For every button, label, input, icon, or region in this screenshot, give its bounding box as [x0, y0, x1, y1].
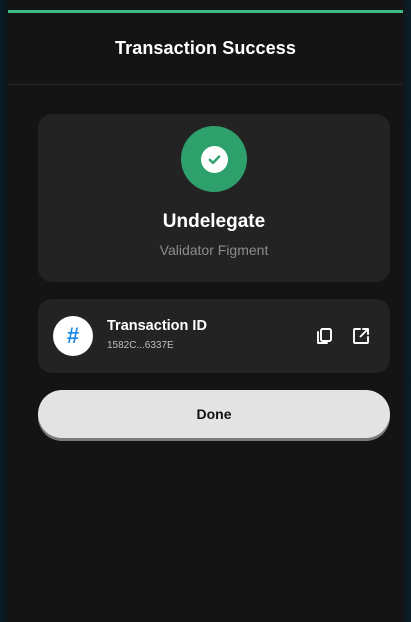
transaction-id-card: # Transaction ID 1582C...6337E	[38, 299, 390, 373]
page-title: Transaction Success	[115, 38, 296, 58]
open-in-explorer-button[interactable]	[349, 324, 373, 348]
success-card: Undelegate Validator Figment	[38, 114, 390, 282]
transaction-panel: Transaction Success Undelegate Validator…	[8, 10, 403, 622]
header: Transaction Success	[8, 13, 403, 85]
app-frame: Transaction Success Undelegate Validator…	[0, 0, 411, 622]
transaction-id-value: 1582C...6337E	[107, 340, 174, 351]
copy-button[interactable]	[312, 324, 336, 348]
action-title: Undelegate	[162, 211, 266, 232]
transaction-id-label: Transaction ID	[107, 318, 207, 334]
external-link-icon	[353, 328, 369, 344]
copy-icon	[317, 328, 332, 344]
validator-name: Validator Figment	[159, 242, 269, 258]
check-circle-icon	[200, 145, 228, 173]
success-badge	[181, 126, 247, 192]
hash-icon: #	[53, 316, 93, 356]
done-button[interactable]: Done	[38, 390, 390, 438]
